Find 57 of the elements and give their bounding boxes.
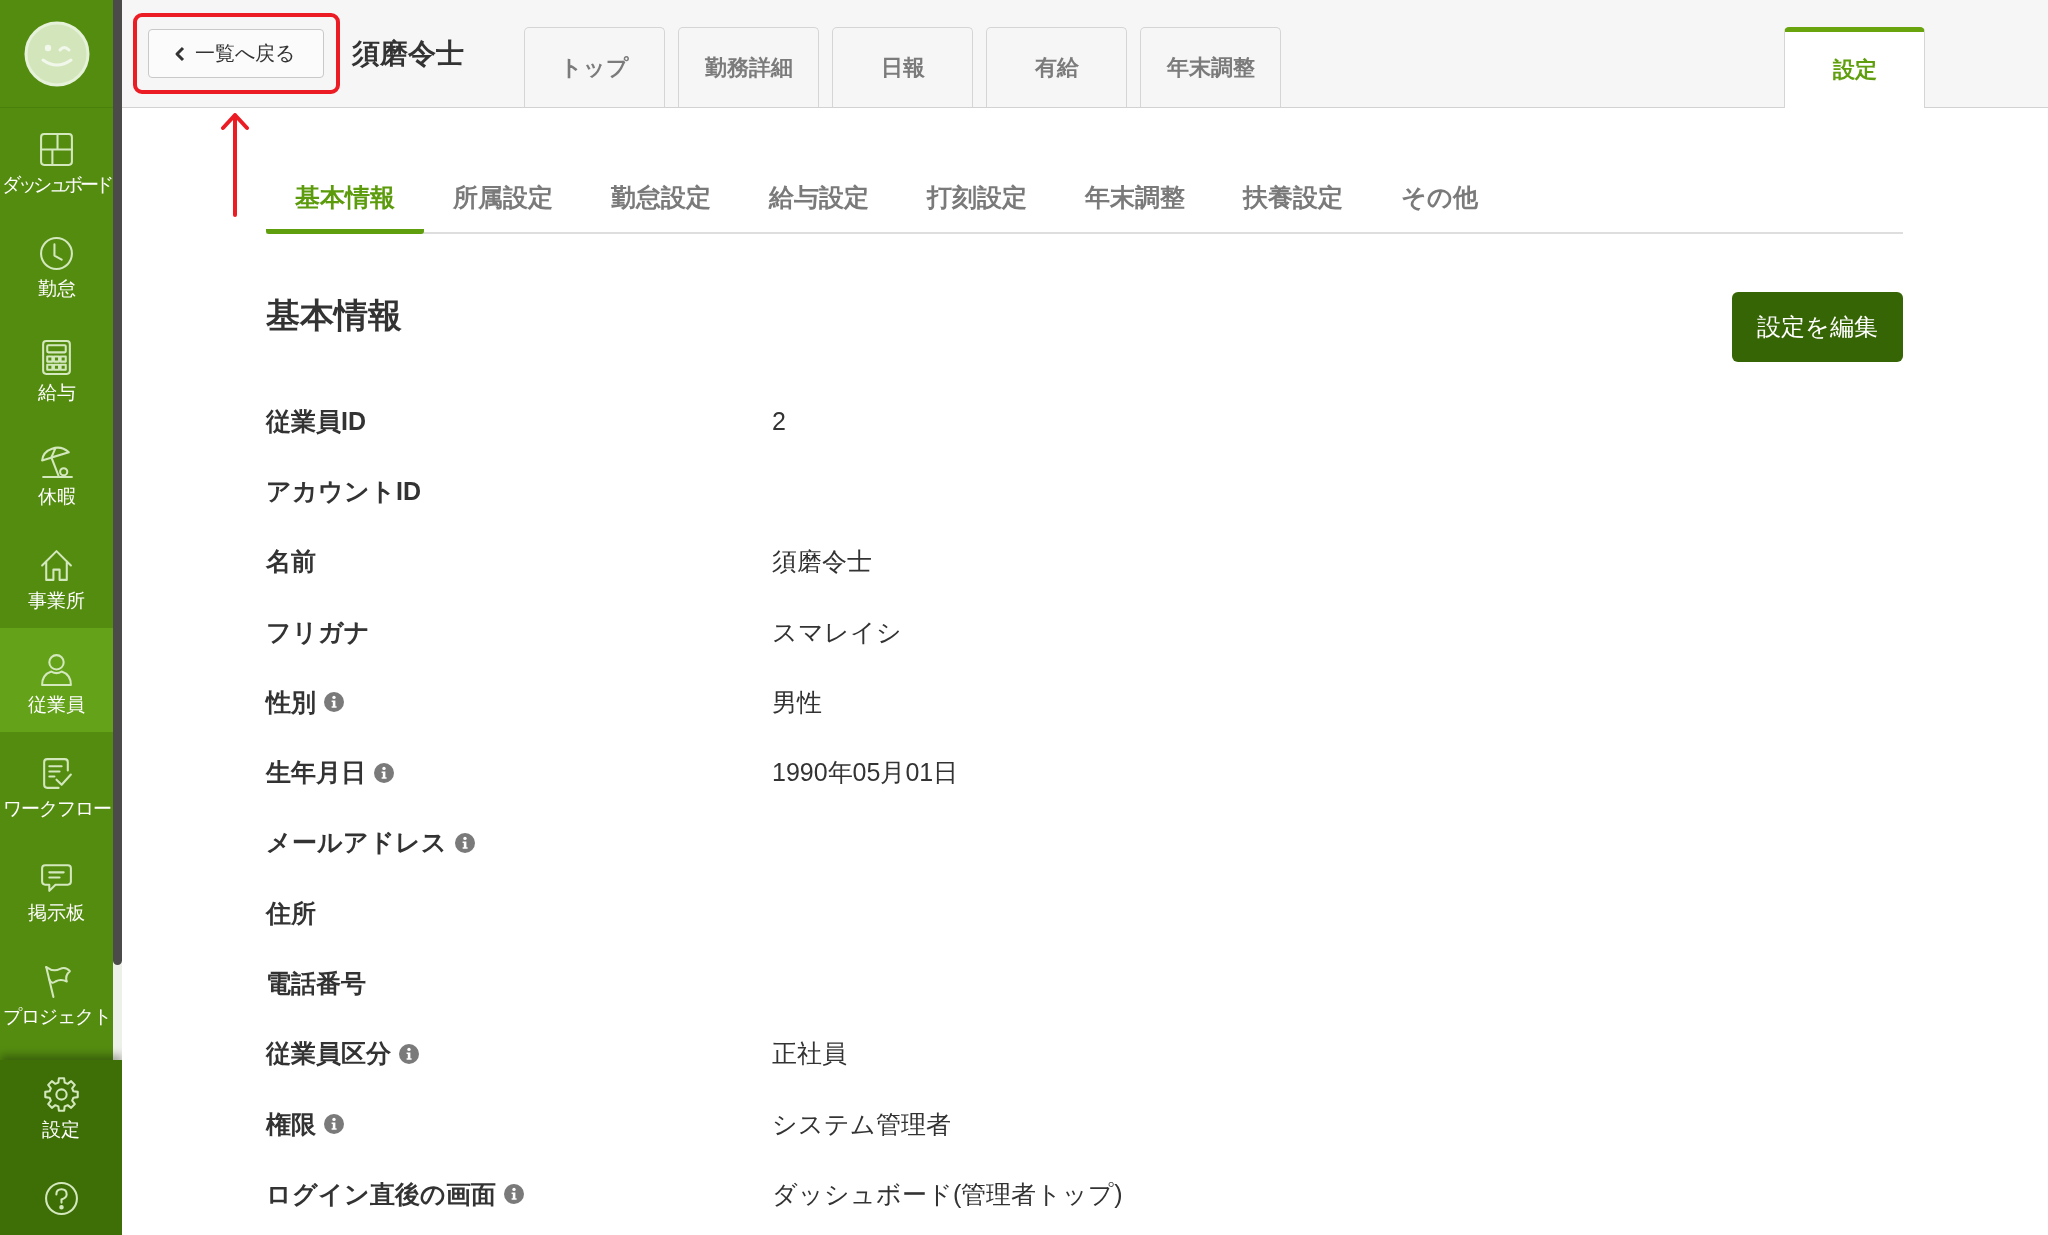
section-tab[interactable]: 給与設定: [740, 172, 898, 234]
help-icon: [42, 1180, 80, 1217]
section-tab[interactable]: 基本情報: [266, 172, 424, 234]
section-tab[interactable]: 扶養設定: [1214, 172, 1372, 234]
sidebar-item[interactable]: 従業員: [0, 628, 113, 732]
sidebar-item[interactable]: ダッシュボード: [0, 108, 113, 212]
sidebar-item[interactable]: 休暇: [0, 420, 113, 524]
section-tab[interactable]: 年末調整: [1056, 172, 1214, 234]
sidebar-item[interactable]: ワークフロー: [0, 732, 113, 836]
gear-icon: [42, 1076, 80, 1113]
employee-name: 須磨令士: [352, 36, 464, 71]
sidebar-item[interactable]: 設定: [0, 1060, 122, 1164]
field-label: メールアドレス: [266, 827, 447, 859]
dashboard-icon: [38, 131, 75, 168]
sidebar-item[interactable]: 事業所: [0, 524, 113, 628]
edit-button[interactable]: 設定を編集: [1732, 292, 1903, 362]
field-label: フリガナ: [266, 616, 370, 648]
tab[interactable]: 日報: [832, 27, 973, 107]
home-icon: [38, 547, 75, 584]
field-value: システム管理者: [772, 1109, 951, 1138]
section-title: 基本情報: [266, 295, 402, 336]
sidebar-item[interactable]: 給与: [0, 316, 113, 420]
tab[interactable]: 設定: [1784, 27, 1925, 108]
field-label: 名前: [266, 546, 316, 578]
section-tab[interactable]: その他: [1372, 172, 1507, 234]
field-value: 男性: [772, 687, 822, 716]
field-label: 権限: [266, 1108, 316, 1140]
section-tab[interactable]: 勤怠設定: [582, 172, 740, 234]
field-label: 従業員ID: [266, 405, 366, 437]
field-label: 従業員区分: [266, 1038, 391, 1070]
sidebar-item[interactable]: プロジェクト: [0, 940, 113, 1044]
field-value: ダッシュボード(管理者トップ): [772, 1179, 1123, 1208]
tab[interactable]: 勤務詳細: [678, 27, 819, 107]
chevron-left-icon: [174, 45, 186, 62]
field-label: 住所: [266, 897, 316, 929]
field-label: 電話番号: [266, 968, 366, 999]
field-label: アカウントID: [266, 475, 421, 507]
up-arrow-icon: [221, 111, 249, 217]
field-label: ログイン直後の画面: [266, 1178, 496, 1210]
section-tab[interactable]: 打刻設定: [898, 172, 1056, 234]
tab[interactable]: トップ: [524, 27, 665, 107]
section-tab[interactable]: 所属設定: [424, 172, 582, 234]
field-value: 須磨令士: [772, 547, 872, 576]
smiley-logo-icon[interactable]: [23, 20, 90, 87]
tab[interactable]: 有給: [986, 27, 1127, 107]
field-label: 生年月日: [266, 757, 366, 789]
tab[interactable]: 年末調整: [1140, 27, 1281, 107]
field-value: 1990年05月01日: [772, 758, 959, 787]
field-value: スマレイシ: [772, 617, 902, 646]
field-value: 正社員: [772, 1039, 847, 1068]
field-value: 2: [772, 406, 786, 435]
sidebar-item[interactable]: 勤怠: [0, 212, 113, 316]
sidebar-item[interactable]: 掲示板: [0, 836, 113, 940]
field-label: 性別: [266, 686, 316, 718]
clock-icon: [38, 235, 75, 272]
back-button[interactable]: 一覧へ戻る: [148, 29, 324, 78]
person-icon: [38, 651, 75, 688]
